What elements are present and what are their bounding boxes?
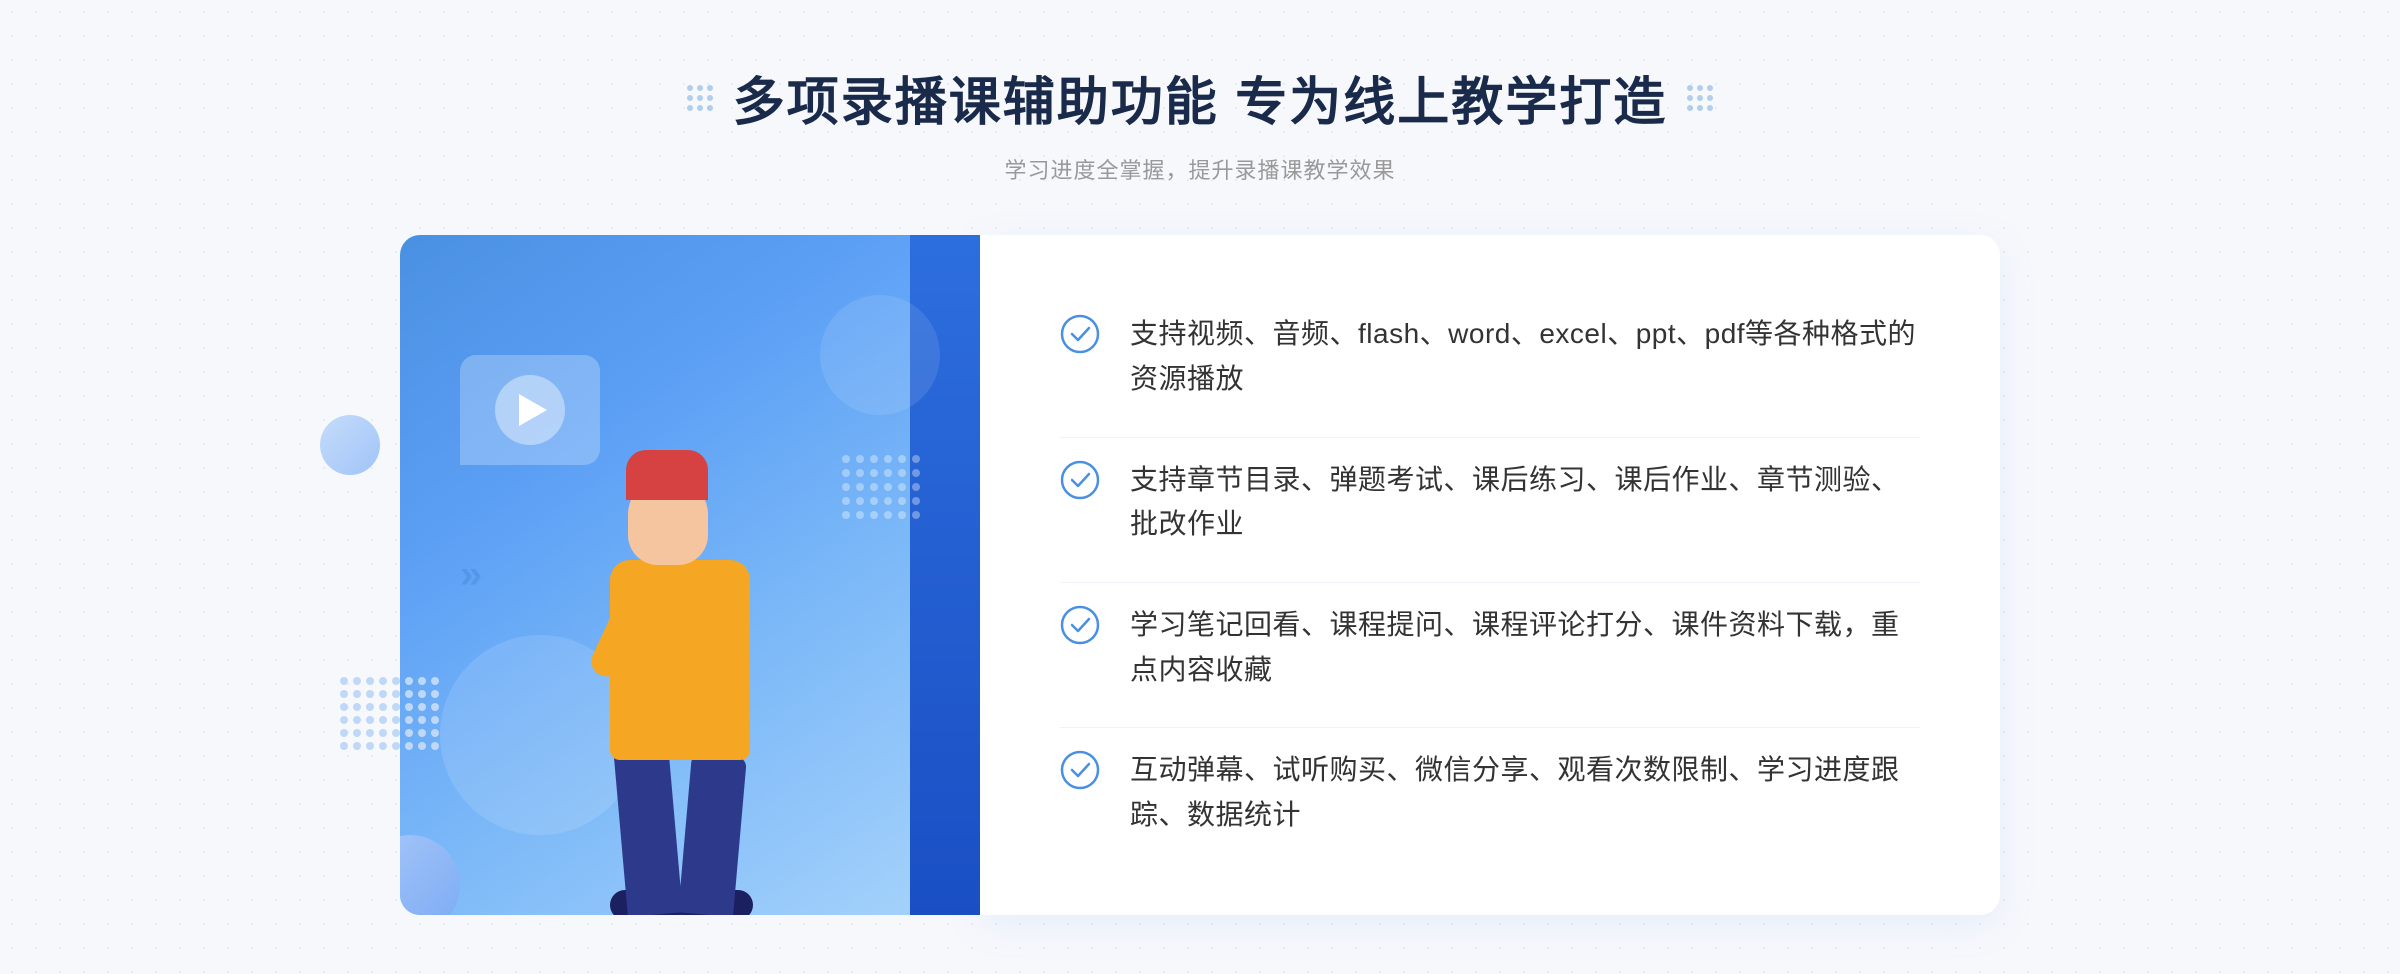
check-icon-4 <box>1060 750 1100 790</box>
left-chevron-icon: » <box>460 553 482 598</box>
deco-circle-bottom <box>400 835 460 915</box>
check-icon-1 <box>1060 314 1100 354</box>
feature-item-1: 支持视频、音频、flash、word、excel、ppt、pdf等各种格式的资源… <box>1060 292 1920 422</box>
right-decorative-dots <box>1687 85 1713 111</box>
feature-text-4: 互动弹幕、试听购买、微信分享、观看次数限制、学习进度跟踪、数据统计 <box>1130 748 1920 838</box>
stripe-decoration <box>340 677 439 755</box>
page-container: 多项录播课辅助功能 专为线上教学打造 学习进度全掌握，提升录播课教学效果 » <box>0 0 2400 974</box>
hair <box>626 450 708 500</box>
feature-item-3: 学习笔记回看、课程提问、课程评论打分、课件资料下载，重点内容收藏 <box>1060 582 1920 713</box>
header-section: 多项录播课辅助功能 专为线上教学打造 学习进度全掌握，提升录播课教学效果 <box>687 60 1713 185</box>
feature-text-3: 学习笔记回看、课程提问、课程评论打分、课件资料下载，重点内容收藏 <box>1130 603 1920 693</box>
deco-circle-top <box>320 415 380 475</box>
feature-text-1: 支持视频、音频、flash、word、excel、ppt、pdf等各种格式的资源… <box>1130 312 1920 402</box>
title-row: 多项录播课辅助功能 专为线上教学打造 <box>687 60 1713 135</box>
left-decorative-dots <box>687 85 713 111</box>
main-title: 多项录播课辅助功能 专为线上教学打造 <box>733 60 1667 135</box>
leg-left <box>612 733 682 915</box>
feature-text-2: 支持章节目录、弹题考试、课后练习、课后作业、章节测验、批改作业 <box>1130 458 1920 548</box>
check-icon-3 <box>1060 605 1100 645</box>
subtitle: 学习进度全掌握，提升录播课教学效果 <box>687 153 1713 185</box>
content-area: » <box>400 235 2000 915</box>
feature-item-4: 互动弹幕、试听购买、微信分享、观看次数限制、学习进度跟踪、数据统计 <box>1060 727 1920 858</box>
content-panel: 支持视频、音频、flash、word、excel、ppt、pdf等各种格式的资源… <box>980 235 2000 915</box>
check-icon-2 <box>1060 460 1100 500</box>
illustration-panel <box>400 235 980 915</box>
figure-illustration <box>500 395 880 915</box>
feature-item-2: 支持章节目录、弹题考试、课后练习、课后作业、章节测验、批改作业 <box>1060 437 1920 568</box>
